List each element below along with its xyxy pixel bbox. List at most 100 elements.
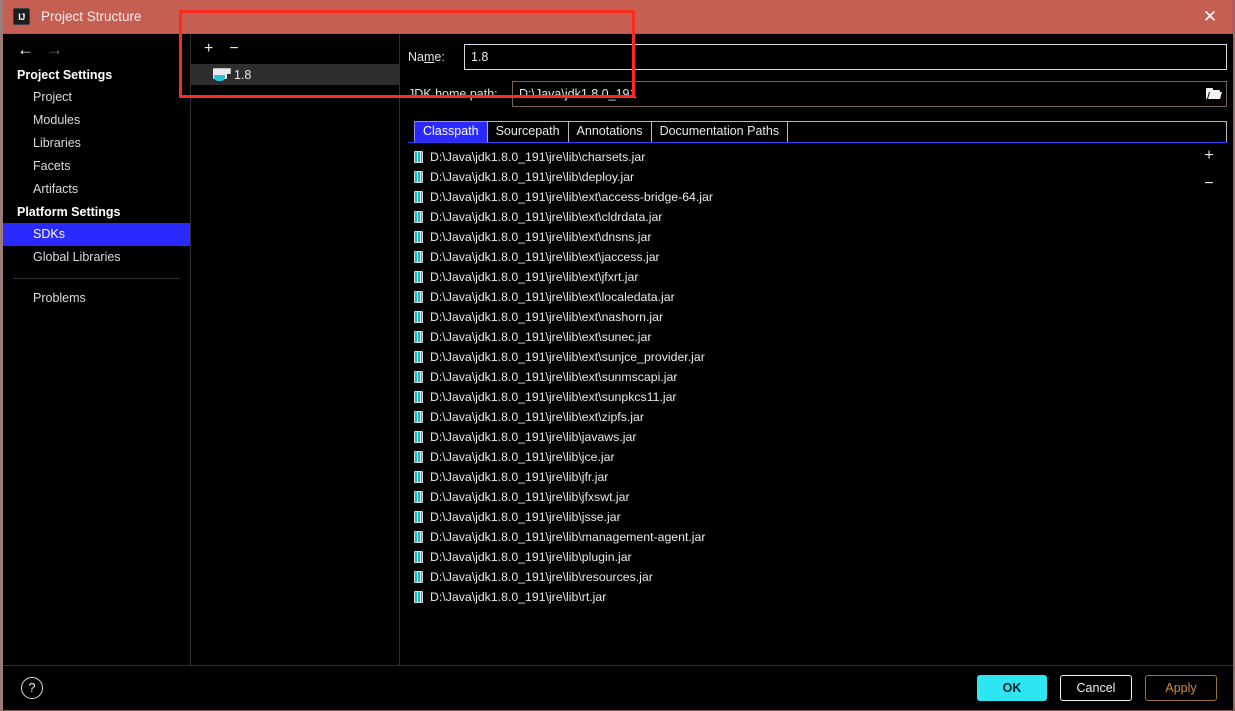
classpath-entry-path: D:\Java\jdk1.8.0_191\jre\lib\charsets.ja… <box>430 150 646 164</box>
classpath-entry-path: D:\Java\jdk1.8.0_191\jre\lib\ext\sunmsca… <box>430 370 678 384</box>
jar-file-icon <box>414 331 423 343</box>
jar-file-icon <box>414 171 423 183</box>
apply-button[interactable]: Apply <box>1145 674 1217 701</box>
classpath-entry-path: D:\Java\jdk1.8.0_191\jre\lib\ext\jaccess… <box>430 250 660 264</box>
sidebar-item-sdks[interactable]: SDKs <box>3 223 190 246</box>
sidebar-divider <box>13 278 180 279</box>
tab-classpath[interactable]: Classpath <box>414 121 488 142</box>
classpath-list[interactable]: D:\Java\jdk1.8.0_191\jre\lib\charsets.ja… <box>408 143 1191 652</box>
sidebar-item-global-libraries[interactable]: Global Libraries <box>3 246 190 269</box>
classpath-entry-path: D:\Java\jdk1.8.0_191\jre\lib\ext\sunjce_… <box>430 350 705 364</box>
tab-sourcepath[interactable]: Sourcepath <box>486 121 569 142</box>
jdk-folder-icon <box>213 68 231 81</box>
jdk-home-path-row: JDK home path: D:\Java\jdk1.8.0_191 <box>408 80 1227 108</box>
classpath-row[interactable]: D:\Java\jdk1.8.0_191\jre\lib\deploy.jar <box>408 167 1191 187</box>
sidebar-item-libraries[interactable]: Libraries <box>3 132 190 155</box>
jdk-home-path-label: JDK home path: <box>408 87 498 101</box>
jar-file-icon <box>414 591 423 603</box>
jar-file-icon <box>414 571 423 583</box>
jdk-home-path-field[interactable]: D:\Java\jdk1.8.0_191 <box>512 81 1227 107</box>
jar-file-icon <box>414 411 423 423</box>
classpath-row[interactable]: D:\Java\jdk1.8.0_191\jre\lib\jfxswt.jar <box>408 487 1191 507</box>
classpath-row[interactable]: D:\Java\jdk1.8.0_191\jre\lib\ext\zipfs.j… <box>408 407 1191 427</box>
dialog-body: ← → Project Settings Project Modules Lib… <box>3 34 1233 665</box>
name-field-row: Name: <box>408 43 1227 71</box>
classpath-entry-path: D:\Java\jdk1.8.0_191\jre\lib\javaws.jar <box>430 430 637 444</box>
jar-file-icon <box>414 251 423 263</box>
jdk-home-path-value: D:\Java\jdk1.8.0_191 <box>519 87 637 101</box>
sdk-tabs: Classpath Sourcepath Annotations Documen… <box>408 121 1227 143</box>
classpath-entry-path: D:\Java\jdk1.8.0_191\jre\lib\ext\access-… <box>430 190 713 204</box>
classpath-row[interactable]: D:\Java\jdk1.8.0_191\jre\lib\ext\sunjce_… <box>408 347 1191 367</box>
classpath-entry-path: D:\Java\jdk1.8.0_191\jre\lib\ext\nashorn… <box>430 310 664 324</box>
name-field-label: Name: <box>408 50 445 64</box>
sdk-list-toolbar: + − <box>191 34 399 64</box>
jar-file-icon <box>414 531 423 543</box>
classpath-row[interactable]: D:\Java\jdk1.8.0_191\jre\lib\rt.jar <box>408 587 1191 607</box>
classpath-panel: D:\Java\jdk1.8.0_191\jre\lib\charsets.ja… <box>408 143 1227 652</box>
classpath-side-toolbar: + − <box>1191 143 1227 652</box>
jar-file-icon <box>414 511 423 523</box>
classpath-entry-path: D:\Java\jdk1.8.0_191\jre\lib\plugin.jar <box>430 550 632 564</box>
classpath-row[interactable]: D:\Java\jdk1.8.0_191\jre\lib\ext\sunpkcs… <box>408 387 1191 407</box>
title-bar: IJ Project Structure ✕ <box>3 0 1233 34</box>
sdk-detail-pane: Name: JDK home path: D:\Java\jdk1.8.0_19… <box>400 34 1233 665</box>
classpath-row[interactable]: D:\Java\jdk1.8.0_191\jre\lib\management-… <box>408 527 1191 547</box>
jar-file-icon <box>414 431 423 443</box>
classpath-row[interactable]: D:\Java\jdk1.8.0_191\jre\lib\ext\nashorn… <box>408 307 1191 327</box>
sdk-list-item-1-8[interactable]: 1.8 <box>191 64 399 85</box>
jar-file-icon <box>414 211 423 223</box>
classpath-entry-path: D:\Java\jdk1.8.0_191\jre\lib\jsse.jar <box>430 510 621 524</box>
classpath-row[interactable]: D:\Java\jdk1.8.0_191\jre\lib\ext\dnsns.j… <box>408 227 1191 247</box>
cancel-button[interactable]: Cancel <box>1060 674 1132 701</box>
jar-file-icon <box>414 491 423 503</box>
browse-folder-icon[interactable] <box>1200 82 1226 106</box>
classpath-row[interactable]: D:\Java\jdk1.8.0_191\jre\lib\ext\localed… <box>408 287 1191 307</box>
classpath-row[interactable]: D:\Java\jdk1.8.0_191\jre\lib\jce.jar <box>408 447 1191 467</box>
classpath-entry-path: D:\Java\jdk1.8.0_191\jre\lib\ext\sunec.j… <box>430 330 652 344</box>
classpath-row[interactable]: D:\Java\jdk1.8.0_191\jre\lib\ext\sunmsca… <box>408 367 1191 387</box>
remove-sdk-button[interactable]: − <box>229 41 238 57</box>
sidebar-group-project-settings: Project Settings <box>17 68 113 82</box>
sidebar-item-facets[interactable]: Facets <box>3 155 190 178</box>
remove-classpath-button[interactable]: − <box>1204 176 1213 192</box>
jar-file-icon <box>414 191 423 203</box>
classpath-entry-path: D:\Java\jdk1.8.0_191\jre\lib\ext\dnsns.j… <box>430 230 652 244</box>
ok-button[interactable]: OK <box>977 674 1047 701</box>
classpath-row[interactable]: D:\Java\jdk1.8.0_191\jre\lib\ext\access-… <box>408 187 1191 207</box>
jar-file-icon <box>414 391 423 403</box>
forward-arrow-icon[interactable]: → <box>46 41 63 58</box>
classpath-row[interactable]: D:\Java\jdk1.8.0_191\jre\lib\ext\jfxrt.j… <box>408 267 1191 287</box>
classpath-row[interactable]: D:\Java\jdk1.8.0_191\jre\lib\plugin.jar <box>408 547 1191 567</box>
classpath-row[interactable]: D:\Java\jdk1.8.0_191\jre\lib\resources.j… <box>408 567 1191 587</box>
add-sdk-button[interactable]: + <box>204 41 213 57</box>
help-icon[interactable]: ? <box>21 676 43 699</box>
back-arrow-icon[interactable]: ← <box>17 41 34 58</box>
classpath-row[interactable]: D:\Java\jdk1.8.0_191\jre\lib\jsse.jar <box>408 507 1191 527</box>
tab-annotations[interactable]: Annotations <box>567 121 652 142</box>
classpath-row[interactable]: D:\Java\jdk1.8.0_191\jre\lib\javaws.jar <box>408 427 1191 447</box>
close-icon[interactable]: ✕ <box>1197 4 1223 30</box>
classpath-entry-path: D:\Java\jdk1.8.0_191\jre\lib\rt.jar <box>430 590 607 604</box>
sidebar-nav-bar: ← → <box>3 34 190 64</box>
classpath-row[interactable]: D:\Java\jdk1.8.0_191\jre\lib\ext\sunec.j… <box>408 327 1191 347</box>
classpath-entry-path: D:\Java\jdk1.8.0_191\jre\lib\deploy.jar <box>430 170 635 184</box>
name-input[interactable] <box>464 44 1227 70</box>
sidebar-item-project[interactable]: Project <box>3 86 190 109</box>
add-classpath-button[interactable]: + <box>1204 148 1213 164</box>
classpath-entry-path: D:\Java\jdk1.8.0_191\jre\lib\resources.j… <box>430 570 653 584</box>
classpath-row[interactable]: D:\Java\jdk1.8.0_191\jre\lib\charsets.ja… <box>408 147 1191 167</box>
sidebar-item-artifacts[interactable]: Artifacts <box>3 178 190 201</box>
jar-file-icon <box>414 271 423 283</box>
classpath-row[interactable]: D:\Java\jdk1.8.0_191\jre\lib\jfr.jar <box>408 467 1191 487</box>
classpath-entry-path: D:\Java\jdk1.8.0_191\jre\lib\ext\jfxrt.j… <box>430 270 639 284</box>
classpath-row[interactable]: D:\Java\jdk1.8.0_191\jre\lib\ext\jaccess… <box>408 247 1191 267</box>
sidebar-item-modules[interactable]: Modules <box>3 109 190 132</box>
jar-file-icon <box>414 371 423 383</box>
classpath-row[interactable]: D:\Java\jdk1.8.0_191\jre\lib\ext\cldrdat… <box>408 207 1191 227</box>
jar-file-icon <box>414 291 423 303</box>
settings-sidebar: ← → Project Settings Project Modules Lib… <box>3 34 191 665</box>
sidebar-item-problems[interactable]: Problems <box>3 287 190 310</box>
classpath-entry-path: D:\Java\jdk1.8.0_191\jre\lib\ext\sunpkcs… <box>430 390 677 404</box>
tab-documentation-paths[interactable]: Documentation Paths <box>650 121 789 142</box>
